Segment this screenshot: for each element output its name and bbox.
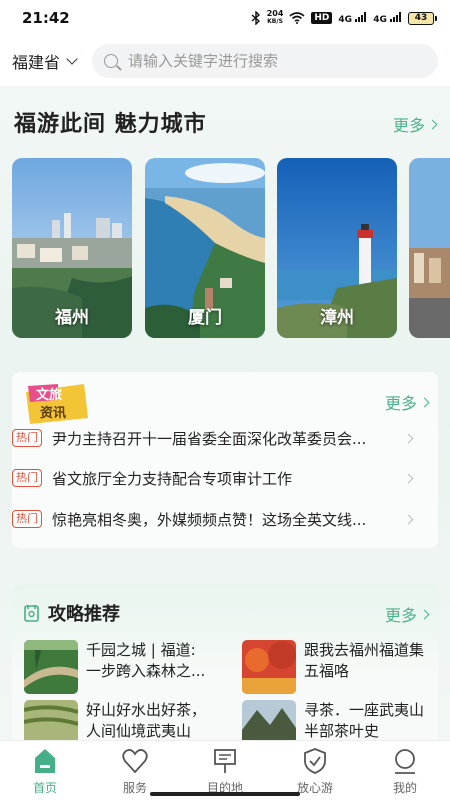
chevron-right-icon (403, 514, 414, 524)
cities-section-title: 福游此间 魅力城市 (14, 112, 207, 137)
news-logo: 文旅 资讯 (24, 382, 92, 426)
home-indicator[interactable] (150, 792, 300, 796)
cities-more-label: 更多 (392, 116, 425, 135)
signal-1: 4G (338, 11, 367, 25)
tab-label: 我的 (392, 781, 417, 795)
guide-item-line1: 好山好水出好茶， (86, 701, 207, 719)
search-icon (104, 54, 119, 68)
guide-item-line2: 五福咯 (304, 662, 350, 680)
net-speed: 204 KB/S (267, 10, 284, 26)
news-item[interactable]: 热门 尹力主持召开十一届省委全面深化改革委员会... (12, 423, 426, 453)
tab-label: 放心游 (296, 781, 333, 795)
signal-1-label: 4G (338, 14, 353, 25)
home-icon (35, 749, 55, 773)
search-bar[interactable] (92, 44, 438, 78)
chevron-right-icon (419, 609, 430, 619)
guide-item-text: 跟我去福州福道集 五福咯 (304, 640, 432, 682)
status-bar: 21:42 204 KB/S HD 4G 4G 43 (0, 0, 450, 36)
guide-thumbnail (24, 640, 78, 694)
cities-more-link[interactable]: 更多 (392, 112, 438, 136)
tab-label: 服务 (122, 781, 147, 795)
bottom-tab-bar: 首页 服务 目的地 放心游 我的 (0, 740, 450, 800)
search-input[interactable] (128, 52, 426, 70)
signpost-icon (214, 749, 236, 773)
city-name: 厦门 (188, 308, 222, 328)
shield-check-icon (304, 748, 326, 774)
chevron-right-icon (419, 397, 430, 407)
top-header: 福建省 (0, 36, 450, 86)
hd-badge: HD (311, 12, 333, 24)
hot-tag: 热门 (12, 510, 42, 528)
guide-item-line2: 半部茶叶史 (304, 722, 380, 740)
tab-home[interactable]: 首页 (0, 741, 90, 800)
news-item[interactable]: 热门 惊艳亮相冬奥，外媒频频点赞！这场全英文线... (12, 504, 426, 534)
guide-book-icon (24, 605, 39, 622)
profile-icon (395, 749, 415, 774)
signal-bars-icon (355, 11, 367, 22)
chevron-right-icon (403, 473, 414, 483)
news-logo-line2: 资讯 (40, 406, 67, 421)
city-card-zhangzhou[interactable]: 漳州 (277, 158, 397, 338)
heart-icon (122, 749, 148, 774)
news-headline: 省文旅厅全力支持配合专项审计工作 (52, 469, 293, 488)
signal-2-label: 4G (373, 14, 387, 25)
guide-item-line2: 人间仙境武夷山 (86, 722, 192, 740)
guide-section-title: 攻略推荐 (24, 600, 120, 626)
status-icons: 204 KB/S HD 4G 4G 43 (251, 10, 437, 26)
guide-thumbnail (242, 640, 296, 694)
city-carousel[interactable]: 福州 厦门 漳州 (12, 158, 450, 338)
news-headline: 尹力主持召开十一届省委全面深化改革委员会... (52, 429, 367, 448)
guide-item-line1: 跟我去福州福道集 (304, 641, 425, 659)
net-speed-value: 204 (266, 9, 284, 18)
hot-tag: 热门 (12, 429, 42, 447)
news-headline: 惊艳亮相冬奥，外媒频频点赞！这场全英文线... (52, 510, 367, 529)
news-more-label: 更多 (384, 394, 417, 413)
city-image (409, 158, 450, 338)
net-speed-unit: KB/S (267, 18, 283, 25)
guide-title-label: 攻略推荐 (48, 604, 120, 625)
guide-item-text: 千园之城 | 福道: 一步跨入森林之... (86, 640, 214, 682)
province-selector[interactable]: 福建省 (12, 49, 78, 73)
wifi-icon (289, 12, 305, 24)
guide-item-line2: 一步跨入森林之... (86, 662, 206, 680)
city-name: 漳州 (320, 308, 354, 328)
guide-more-link[interactable]: 更多 (384, 602, 430, 626)
bluetooth-icon (251, 11, 261, 25)
city-card-fuzhou[interactable]: 福州 (12, 158, 132, 338)
guide-more-label: 更多 (384, 606, 417, 625)
guide-item[interactable]: 千园之城 | 福道: 一步跨入森林之... (24, 640, 214, 696)
tab-mine[interactable]: 我的 (360, 741, 450, 800)
battery-icon: 43 (408, 11, 437, 25)
guide-item-text: 好山好水出好茶， 人间仙境武夷山 (86, 700, 214, 742)
chevron-right-icon (403, 433, 414, 443)
chevron-right-icon (427, 119, 438, 129)
city-card-xiamen[interactable]: 厦门 (145, 158, 265, 338)
city-card-next[interactable] (409, 158, 450, 338)
status-time: 21:42 (22, 9, 70, 27)
signal-bars-icon (390, 11, 401, 22)
hot-tag: 热门 (12, 469, 42, 487)
news-more-link[interactable]: 更多 (384, 390, 430, 414)
guide-item-line1: 寻茶．一座武夷山 (304, 701, 425, 719)
tab-label: 首页 (32, 781, 57, 795)
province-label: 福建省 (12, 53, 61, 72)
signal-2: 4G (373, 11, 402, 25)
news-logo-line1: 文旅 (36, 388, 63, 403)
city-name: 福州 (55, 308, 89, 328)
guide-item-line1: 千园之城 | 福道: (86, 641, 196, 659)
news-item[interactable]: 热门 省文旅厅全力支持配合专项审计工作 (12, 463, 426, 493)
guide-item[interactable]: 跟我去福州福道集 五福咯 (242, 640, 432, 696)
chevron-down-icon (66, 53, 78, 65)
guide-item-text: 寻茶．一座武夷山 半部茶叶史 (304, 700, 432, 742)
